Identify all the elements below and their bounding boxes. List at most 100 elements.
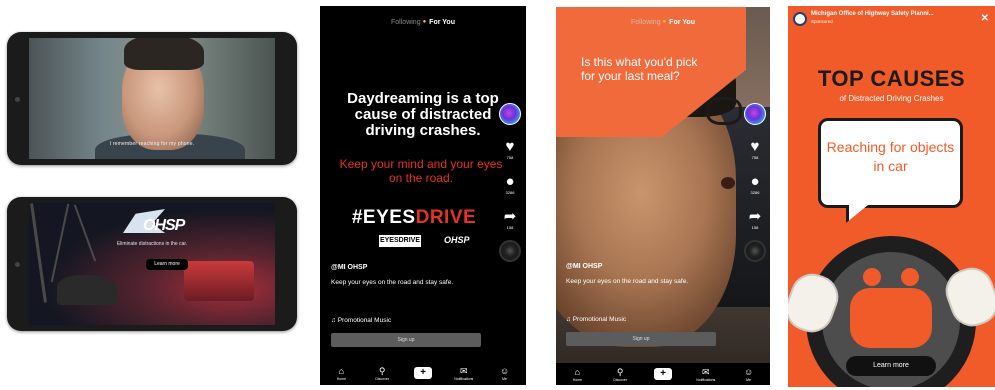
landscape-phone-ad: OHSP Eliminate distractions in the car. … bbox=[7, 197, 297, 331]
action-rail: ♥ 758 ● 3286 ➦ 158 bbox=[499, 103, 521, 262]
home-icon: ⌂ bbox=[338, 365, 345, 376]
nav-discover[interactable]: ⚲ Discover bbox=[605, 367, 635, 382]
wheel-button bbox=[901, 268, 919, 286]
creator-avatar[interactable] bbox=[744, 103, 766, 125]
search-icon: ⚲ bbox=[616, 366, 624, 377]
camera-dot bbox=[15, 262, 20, 267]
ad-tagline: Keep your mind and your eyes on the road… bbox=[339, 157, 503, 185]
feed-tabs: Following ● For You bbox=[321, 19, 525, 26]
music-label[interactable]: ♫ Promotional Music bbox=[331, 317, 391, 324]
nav-notifications[interactable]: ✉ Notifications bbox=[691, 367, 721, 382]
comment-icon[interactable]: ● bbox=[744, 174, 766, 189]
hashtag-suffix: DRIVE bbox=[415, 207, 477, 228]
like-count: 758 bbox=[506, 155, 514, 160]
tab-for-you[interactable]: For You bbox=[669, 19, 695, 26]
hashtag-prefix: #EYES bbox=[351, 207, 416, 228]
plus-icon: + bbox=[653, 368, 672, 380]
creator-avatar[interactable] bbox=[499, 103, 521, 125]
share-count: 158 bbox=[751, 225, 759, 230]
creator-handle[interactable]: @MI OHSP bbox=[331, 264, 367, 271]
story-title: TOP CAUSES bbox=[817, 66, 966, 91]
ad-frame[interactable]: OHSP Eliminate distractions in the car. … bbox=[29, 203, 275, 325]
account-name[interactable]: Michigan Office of Highway Safety Planni… bbox=[811, 11, 934, 17]
nav-label: Discover bbox=[375, 376, 389, 381]
tiktok-phone-lastmeal: Is this what you'd pick for your last me… bbox=[556, 7, 770, 385]
post-description: Keep your eyes on the road and stay safe… bbox=[331, 279, 454, 286]
close-icon[interactable]: ✕ bbox=[981, 13, 989, 24]
tab-for-you[interactable]: For You bbox=[429, 19, 455, 26]
profile-icon: ☺ bbox=[743, 366, 754, 377]
nav-label: Notifications bbox=[454, 376, 474, 381]
plus-icon: + bbox=[413, 367, 432, 379]
ad-caption: Eliminate distractions in the car. bbox=[116, 241, 188, 247]
story-ad-phone: Michigan Office of Highway Safety Planni… bbox=[788, 6, 995, 387]
video-frame[interactable]: I remember reaching for my phone. bbox=[29, 38, 275, 159]
callout-text: Reaching for objects in car bbox=[826, 139, 955, 174]
notification-dot-icon: ● bbox=[662, 19, 667, 25]
music-title: Promotional Music bbox=[572, 316, 627, 323]
comment-icon[interactable]: ● bbox=[499, 174, 521, 189]
music-disc-icon[interactable] bbox=[499, 240, 521, 262]
ohsp-logo-text: OHSP bbox=[143, 217, 185, 234]
nav-label: Me bbox=[502, 376, 508, 381]
tiktok-phone-eyesdrive: Following ● For You Daydreaming is a top … bbox=[320, 6, 526, 385]
video-subtitle: I remember reaching for my phone. bbox=[109, 141, 195, 147]
nav-me[interactable]: ☺ Me bbox=[734, 367, 764, 382]
nav-label: Home bbox=[572, 377, 583, 382]
nav-me[interactable]: ☺ Me bbox=[490, 366, 520, 381]
action-rail: ♥ 758 ● 3286 ➦ 158 bbox=[744, 103, 766, 262]
nav-notifications[interactable]: ✉ Notifications bbox=[449, 366, 479, 381]
callout-card: Reaching for objects in car bbox=[818, 118, 963, 208]
account-avatar[interactable] bbox=[793, 12, 807, 26]
creator-handle[interactable]: @MI OHSP bbox=[566, 263, 602, 270]
music-title: Promotional Music bbox=[337, 317, 392, 324]
home-icon: ⌂ bbox=[574, 366, 581, 377]
like-count: 758 bbox=[751, 155, 759, 160]
notification-dot-icon: ● bbox=[422, 19, 427, 25]
inbox-icon: ✉ bbox=[460, 365, 468, 376]
tree-trunk bbox=[30, 203, 47, 303]
hashtag-eyesdrive: #EYESDRIVE bbox=[331, 207, 497, 229]
share-icon[interactable]: ➦ bbox=[744, 209, 766, 224]
learn-more-button[interactable]: Learn more bbox=[146, 259, 188, 270]
share-icon[interactable]: ➦ bbox=[499, 209, 521, 224]
heart-icon[interactable]: ♥ bbox=[499, 139, 521, 154]
nav-home[interactable]: ⌂ Home bbox=[326, 366, 356, 381]
fire-truck bbox=[184, 261, 254, 301]
learn-more-button[interactable]: Learn more bbox=[846, 356, 936, 376]
sponsored-label: Sponsored bbox=[811, 19, 833, 24]
heart-icon[interactable]: ♥ bbox=[744, 139, 766, 154]
nav-label: Notifications bbox=[696, 377, 716, 382]
nav-home[interactable]: ⌂ Home bbox=[562, 367, 592, 382]
person-glasses bbox=[706, 97, 742, 125]
nav-label: Discover bbox=[613, 377, 627, 382]
bottom-nav: ⌂ Home ⚲ Discover + ✉ Notifications ☺ Me bbox=[556, 363, 770, 385]
ad-headline: Daydreaming is a top cause of distracted… bbox=[347, 90, 499, 139]
comment-count: 3286 bbox=[505, 190, 515, 195]
person-mouth bbox=[721, 177, 735, 189]
crashed-car bbox=[57, 275, 117, 305]
signup-button[interactable]: Sign up bbox=[331, 333, 481, 347]
share-count: 158 bbox=[506, 225, 514, 230]
camera-dot bbox=[15, 96, 20, 102]
nav-label: Me bbox=[746, 377, 752, 382]
steering-hub bbox=[850, 288, 932, 348]
story-header: Michigan Office of Highway Safety Planni… bbox=[788, 6, 995, 34]
post-description: Keep your eyes on the road and stay safe… bbox=[566, 278, 689, 285]
music-label[interactable]: ♫ Promotional Music bbox=[566, 316, 626, 323]
signup-button[interactable]: Sign up bbox=[566, 332, 716, 346]
feed-tabs: Following ● For You bbox=[556, 19, 770, 26]
nav-create[interactable]: + bbox=[648, 368, 678, 380]
bottom-nav: ⌂ Home ⚲ Discover + ✉ Notifications ☺ Me bbox=[321, 362, 525, 384]
music-disc-icon[interactable] bbox=[744, 240, 766, 262]
tab-following[interactable]: Following bbox=[391, 19, 421, 26]
tree-branch bbox=[50, 203, 70, 283]
wheel-button bbox=[863, 268, 881, 286]
nav-create[interactable]: + bbox=[408, 367, 438, 379]
nav-discover[interactable]: ⚲ Discover bbox=[367, 366, 397, 381]
music-note-icon: ♫ bbox=[331, 317, 338, 324]
comment-count: 3286 bbox=[750, 190, 760, 195]
tab-following[interactable]: Following bbox=[631, 19, 661, 26]
landscape-phone-video: I remember reaching for my phone. bbox=[7, 32, 297, 165]
bubble-question: Is this what you'd pick for your last me… bbox=[581, 55, 698, 83]
